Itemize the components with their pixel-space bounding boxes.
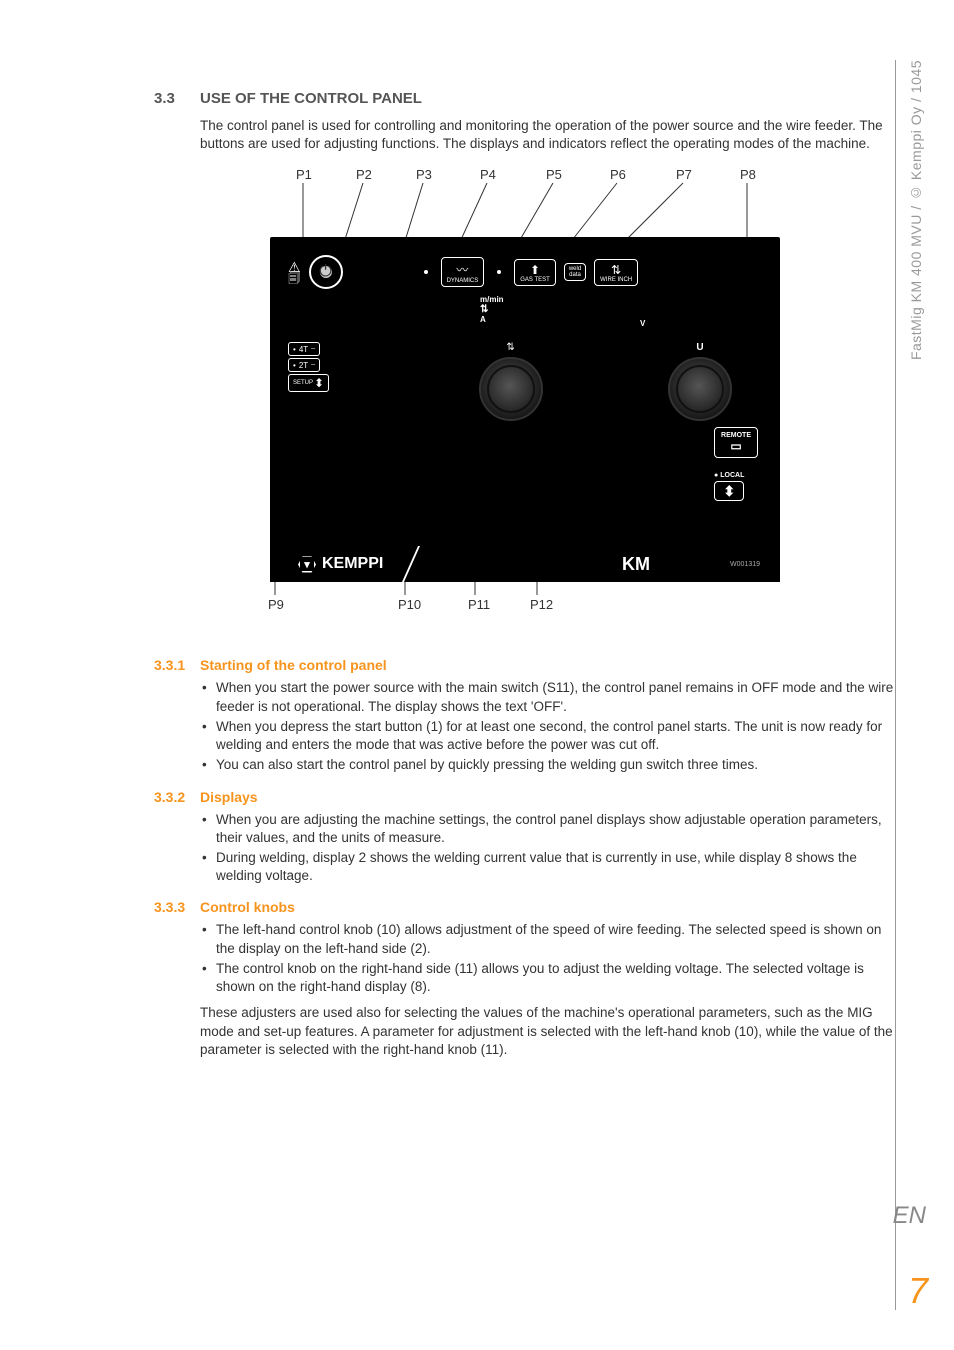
callout-p3: P3 — [416, 167, 432, 182]
subsection-title: Control knobs — [200, 899, 295, 915]
gas-test-button[interactable]: ⬆ GAS TEST — [514, 259, 556, 286]
mode-2t-label: 2T — [299, 361, 308, 370]
subsection-number: 3.3.2 — [154, 789, 185, 805]
dynamics-button[interactable]: 〰 DYNAMICS — [441, 257, 485, 287]
subsection-title: Displays — [200, 789, 258, 805]
subsection-heading: 3.3.1 Starting of the control panel — [200, 657, 894, 673]
section-title: USE OF THE CONTROL PANEL — [200, 90, 422, 107]
section-heading: 3.3 USE OF THE CONTROL PANEL — [200, 90, 894, 107]
brand-text: KEMPPI — [322, 555, 383, 573]
unit-u: U — [696, 342, 703, 353]
brand-bar: ▾ KEMPPI KM W001319 — [270, 546, 780, 582]
remote-label: REMOTE — [721, 432, 751, 439]
subsection-number: 3.3.1 — [154, 657, 185, 673]
kemppi-logo-icon: ▾ — [298, 555, 316, 573]
callout-p8: P8 — [740, 167, 756, 182]
bullet-list: The left-hand control knob (10) allows a… — [200, 921, 894, 996]
page-number: 7 — [908, 1270, 928, 1312]
spool-icon: ⇅ — [506, 342, 514, 353]
right-knob[interactable] — [668, 357, 732, 421]
callout-p6: P6 — [610, 167, 626, 182]
control-panel-diagram: P1 P2 P3 P4 P5 P6 P7 P8 P9 P10 P11 P12 — [200, 167, 820, 637]
remote-button[interactable]: REMOTE ▭ — [714, 427, 758, 458]
down-up-arrow-icon: ⬍ — [314, 376, 324, 390]
gas-test-label: GAS TEST — [520, 277, 550, 283]
unit-a: A — [480, 315, 504, 324]
section-number: 3.3 — [154, 90, 175, 107]
callout-p11: P11 — [468, 597, 490, 612]
callout-p2: P2 — [356, 167, 372, 182]
section-intro: The control panel is used for controllin… — [200, 117, 894, 153]
local-button[interactable]: ⬍ — [714, 481, 744, 501]
list-item: During welding, display 2 shows the weld… — [216, 849, 894, 885]
dynamics-label: DYNAMICS — [447, 278, 479, 284]
wire-inch-button[interactable]: ⇅ WIRE INCH — [594, 259, 638, 286]
callout-p9: P9 — [268, 597, 284, 612]
subsection-paragraph: These adjusters are used also for select… — [200, 1004, 894, 1059]
setup-label: SETUP — [293, 380, 313, 386]
callout-p10: P10 — [398, 597, 421, 612]
subsection-heading: 3.3.3 Control knobs — [200, 899, 894, 915]
mode-4t-button[interactable]: • 4T ⎯ — [288, 342, 320, 356]
callout-p1: P1 — [296, 167, 312, 182]
indicator-dot — [424, 270, 428, 274]
indicator-dot — [497, 270, 501, 274]
power-button[interactable]: ⏻ — [309, 255, 343, 289]
subsection-title: Starting of the control panel — [200, 657, 387, 673]
spool-icon-small: ⇅ — [480, 304, 504, 315]
mode-2t-button[interactable]: • 2T ⎯ — [288, 358, 320, 372]
down-up-arrow-icon: ⬍ — [723, 484, 735, 498]
bullet-list: When you are adjusting the machine setti… — [200, 811, 894, 886]
list-item: The control knob on the right-hand side … — [216, 960, 894, 996]
subsection-number: 3.3.3 — [154, 899, 185, 915]
list-item: The left-hand control knob (10) allows a… — [216, 921, 894, 957]
callout-p5: P5 — [546, 167, 562, 182]
unit-v: V — [640, 319, 645, 328]
wire-inch-label: WIRE INCH — [600, 277, 632, 283]
panel-frame: ⚠ 🗐 ⏻ 〰 DYNAMICS ⬆ GAS TEST we — [270, 237, 780, 582]
callout-p4: P4 — [480, 167, 496, 182]
bullet-list: When you start the power source with the… — [200, 679, 894, 774]
list-item: When you start the power source with the… — [216, 679, 894, 715]
callout-p12: P12 — [530, 597, 553, 612]
weld-data-button[interactable]: weld data — [564, 263, 586, 281]
local-label: LOCAL — [720, 472, 744, 479]
remote-icon: ▭ — [730, 439, 741, 453]
language-label: EN — [893, 1202, 926, 1230]
model-id: W001319 — [730, 561, 760, 568]
warning-icon: ⚠ 🗐 — [288, 261, 301, 284]
weld-label-2: data — [569, 272, 581, 278]
setup-button[interactable]: SETUP ⬍ — [288, 374, 329, 392]
callout-p7: P7 — [676, 167, 692, 182]
list-item: When you are adjusting the machine setti… — [216, 811, 894, 847]
list-item: When you depress the start button (1) fo… — [216, 718, 894, 754]
list-item: You can also start the control panel by … — [216, 756, 894, 774]
subsection-heading: 3.3.2 Displays — [200, 789, 894, 805]
mode-4t-label: 4T — [299, 345, 308, 354]
model-km: KM — [622, 554, 650, 575]
left-knob[interactable] — [479, 357, 543, 421]
unit-mmin: m/min — [480, 295, 504, 304]
